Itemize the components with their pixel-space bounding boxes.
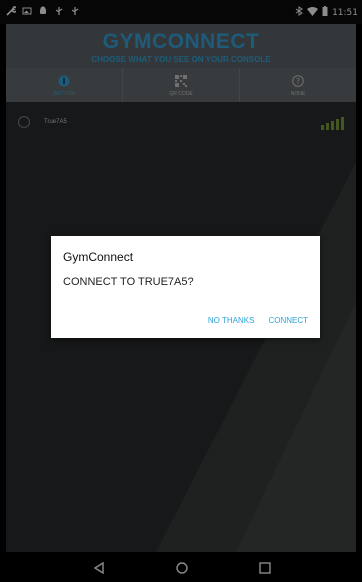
connect-dialog: GymConnect CONNECT TO TRUE7A5? NO THANKS…: [51, 236, 320, 338]
no-thanks-button[interactable]: NO THANKS: [208, 316, 255, 325]
dialog-actions: NO THANKS CONNECT: [208, 316, 308, 325]
dialog-title: GymConnect: [63, 250, 134, 264]
connect-button[interactable]: CONNECT: [268, 316, 308, 325]
dialog-message: CONNECT TO TRUE7A5?: [63, 276, 194, 288]
